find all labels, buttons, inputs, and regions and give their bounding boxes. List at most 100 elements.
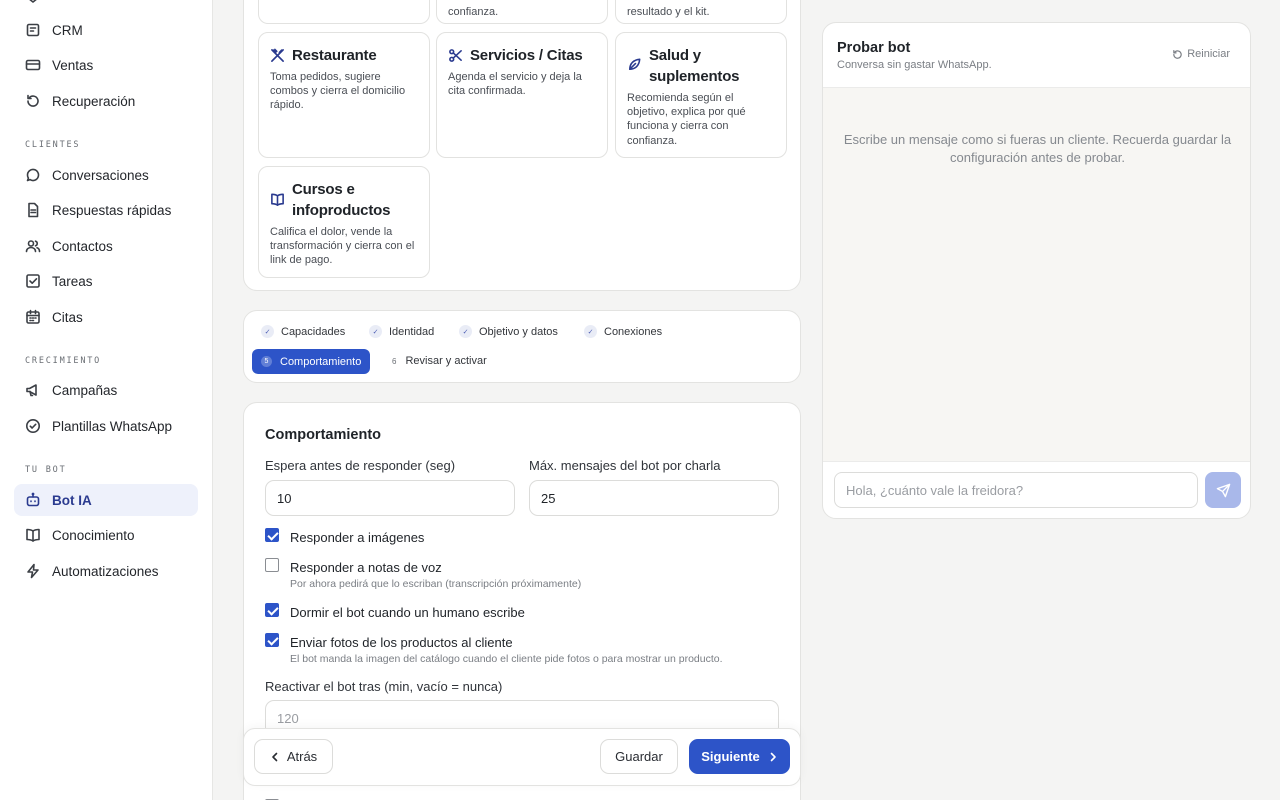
sidebar-item-partial[interactable]	[14, 0, 198, 12]
refresh-icon	[25, 93, 41, 109]
max-messages-input[interactable]	[529, 480, 779, 516]
sidebar-item-label: Conversaciones	[52, 167, 149, 183]
step-revisar-activar[interactable]: 6 Revisar y activar	[392, 355, 487, 367]
check-circle-icon	[25, 418, 41, 434]
step-label: Conexiones	[604, 325, 663, 338]
template-desc: Agenda el servicio y deja la cita confir…	[448, 71, 582, 98]
template-card-partial[interactable]: resultado y el kit.	[615, 0, 787, 24]
sidebar-item-plantillas-whatsapp[interactable]: Plantillas WhatsApp	[14, 410, 198, 442]
back-button[interactable]: Atrás	[254, 739, 333, 774]
sidebar-item-label: Bot IA	[52, 492, 92, 508]
reset-icon	[1172, 49, 1183, 60]
sidebar-item-conversaciones[interactable]: Conversaciones	[14, 159, 198, 191]
template-desc: Recomienda según el objetivo, explica po…	[627, 92, 746, 147]
step-objetivo-datos[interactable]: ✓ Objetivo y datos	[459, 325, 558, 338]
sidebar-item-bot-ia[interactable]: Bot IA	[14, 484, 198, 516]
step-label: Revisar y activar	[405, 355, 487, 367]
checkbox-enviar-fotos[interactable]	[265, 633, 279, 647]
check-icon: ✓	[369, 325, 382, 338]
reset-label: Reiniciar	[1187, 48, 1230, 60]
checkbox-hint: Por ahora pedirá que lo escriban (transc…	[290, 578, 582, 590]
save-button[interactable]: Guardar	[600, 739, 678, 774]
template-title: Salud y suplementos	[649, 47, 740, 85]
sidebar-item-label: Respuestas rápidas	[52, 202, 172, 218]
back-label: Atrás	[286, 749, 318, 764]
check-icon: ✓	[584, 325, 597, 338]
test-bot-subtitle: Conversa sin gastar WhatsApp.	[837, 59, 992, 71]
send-button[interactable]	[1205, 472, 1241, 508]
sidebar-item-automatizaciones[interactable]: Automatizaciones	[14, 555, 198, 587]
crm-icon	[25, 22, 41, 38]
reset-button[interactable]: Reiniciar	[1172, 48, 1230, 60]
sidebar-item-crm[interactable]: CRM	[14, 14, 198, 46]
checkbox-label: Responder a notas de voz	[290, 560, 442, 575]
template-card-servicios-citas[interactable]: Servicios / Citas Agenda el servicio y d…	[436, 32, 608, 158]
bot-icon	[25, 492, 41, 508]
card-icon	[25, 57, 41, 73]
step-label: Identidad	[389, 325, 435, 338]
utensils-icon	[270, 48, 285, 63]
sidebar: CRM Ventas Recuperación CLIENTES Convers…	[0, 0, 213, 800]
form-title: Comportamiento	[265, 427, 381, 443]
check-icon: ✓	[261, 325, 274, 338]
step-number: 5	[261, 356, 272, 367]
template-card-salud-suplementos[interactable]: Salud y suplementos Recomienda según el …	[615, 32, 787, 158]
wizard-footer: Atrás Guardar Siguiente	[243, 728, 801, 786]
step-capacidades[interactable]: ✓ Capacidades	[261, 325, 345, 338]
users-icon	[25, 238, 41, 254]
sidebar-item-citas[interactable]: Citas	[14, 301, 198, 333]
test-bot-messages: Escribe un mensaje como si fueras un cli…	[823, 88, 1250, 462]
chevron-left-icon	[270, 752, 280, 762]
sidebar-item-respuestas-rapidas[interactable]: Respuestas rápidas	[14, 194, 198, 226]
sidebar-item-label: CRM	[52, 22, 83, 38]
sidebar-item-recuperacion[interactable]: Recuperación	[14, 85, 198, 117]
templates-card: confianza. resultado y el kit. Restauran…	[243, 0, 801, 291]
book-icon	[25, 527, 41, 543]
checkbox-icon	[25, 273, 41, 289]
reactivate-label: Reactivar el bot tras (min, vacío = nunc…	[265, 679, 503, 694]
section-label-clientes: CLIENTES	[25, 140, 81, 150]
template-card-cursos-infoproductos[interactable]: Cursos e infoproductos Califica el dolor…	[258, 166, 430, 278]
leaf-icon	[627, 57, 642, 72]
sidebar-item-label: Tareas	[52, 273, 93, 289]
wait-label: Espera antes de responder (seg)	[265, 458, 456, 473]
template-title: Restaurante	[292, 47, 377, 64]
template-desc-cut: confianza.	[448, 6, 499, 18]
checkbox-responder-notas-voz[interactable]	[265, 558, 279, 572]
document-icon	[25, 202, 41, 218]
step-comportamiento[interactable]: 5 Comportamiento	[252, 349, 371, 374]
checkbox-dormir-bot[interactable]	[265, 603, 279, 617]
test-message-input[interactable]	[834, 472, 1198, 508]
checkbox-label: Dormir el bot cuando un humano escribe	[290, 605, 525, 620]
sidebar-item-contactos[interactable]: Contactos	[14, 230, 198, 262]
partial-icon	[25, 0, 41, 4]
sidebar-item-label: Ventas	[52, 57, 94, 73]
sidebar-item-label: Campañas	[52, 382, 118, 398]
sidebar-item-tareas[interactable]: Tareas	[14, 265, 198, 297]
step-label: Comportamiento	[280, 355, 362, 368]
checkbox-label: Responder a imágenes	[290, 530, 425, 545]
checkbox-responder-imagenes[interactable]	[265, 528, 279, 542]
sidebar-item-ventas[interactable]: Ventas	[14, 49, 198, 81]
template-card-partial[interactable]: confianza.	[436, 0, 608, 24]
sidebar-item-campanas[interactable]: Campañas	[14, 374, 198, 406]
wizard-stepper: ✓ Capacidades ✓ Identidad ✓ Objetivo y d…	[243, 310, 801, 383]
template-card-partial[interactable]	[258, 0, 430, 24]
next-button[interactable]: Siguiente	[689, 739, 790, 774]
sidebar-item-label: Contactos	[52, 238, 113, 254]
scissors-icon	[448, 48, 463, 63]
test-bot-header: Probar bot Conversa sin gastar WhatsApp.…	[823, 23, 1250, 88]
sidebar-item-conocimiento[interactable]: Conocimiento	[14, 519, 198, 551]
step-conexiones[interactable]: ✓ Conexiones	[584, 325, 662, 338]
test-bot-title: Probar bot	[837, 40, 911, 56]
step-number: 6	[392, 356, 397, 366]
wait-seconds-input[interactable]	[265, 480, 515, 516]
book-open-icon	[270, 192, 285, 207]
step-identidad[interactable]: ✓ Identidad	[369, 325, 434, 338]
template-title: Servicios / Citas	[470, 47, 583, 64]
template-desc-cut: resultado y el kit.	[627, 6, 710, 18]
template-card-restaurante[interactable]: Restaurante Toma pedidos, sugiere combos…	[258, 32, 430, 158]
template-desc: Califica el dolor, vende la transformaci…	[270, 226, 415, 267]
sidebar-item-label: Recuperación	[52, 93, 136, 109]
template-desc: Toma pedidos, sugiere combos y cierra el…	[270, 71, 406, 112]
